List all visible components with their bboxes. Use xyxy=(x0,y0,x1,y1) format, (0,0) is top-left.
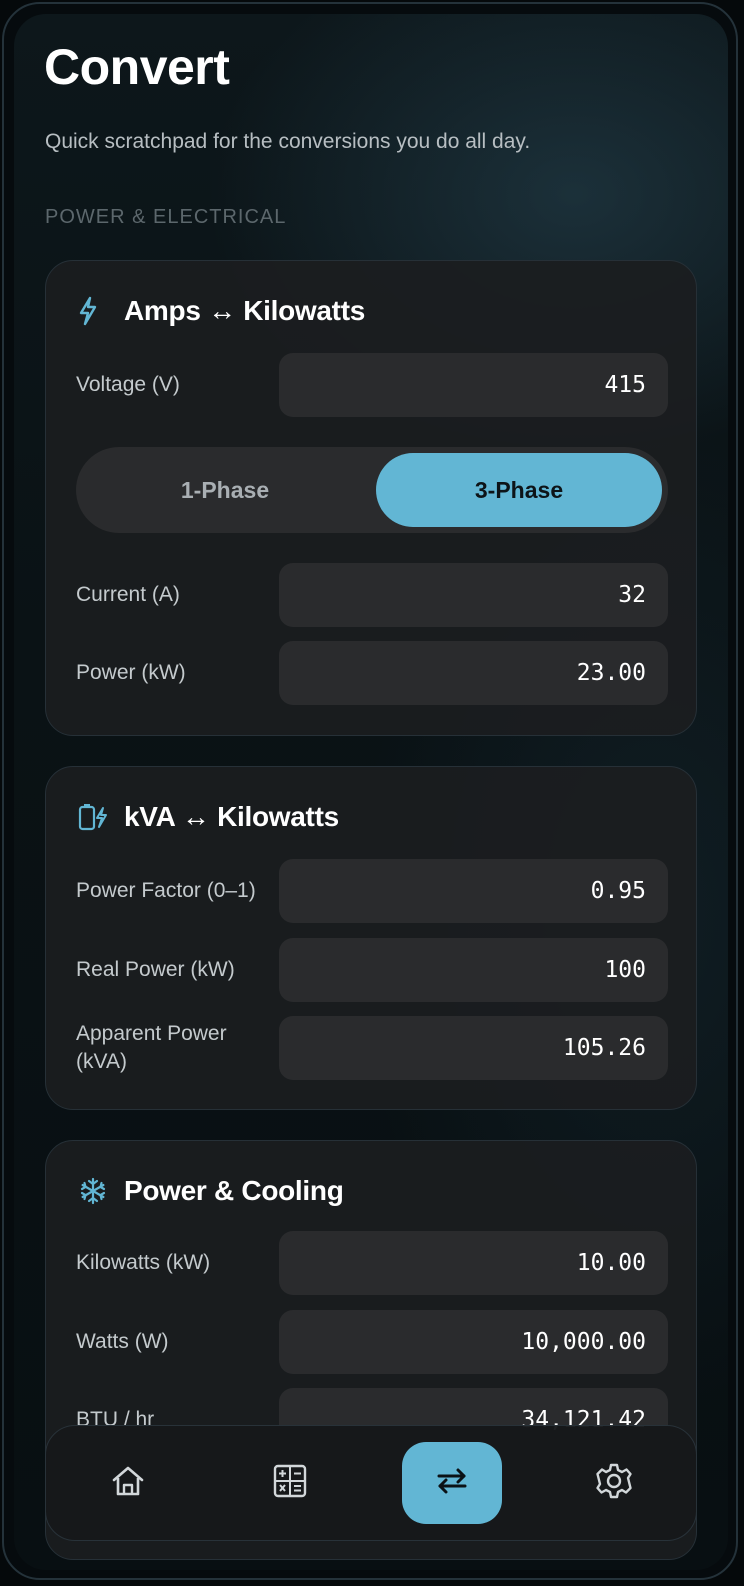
home-icon xyxy=(110,1464,146,1503)
snowflake-icon xyxy=(78,1174,112,1208)
card-header: Power & Cooling xyxy=(78,1169,344,1213)
card-header: kVA ↔ Kilowatts xyxy=(78,795,339,839)
card-title: kVA ↔ Kilowatts xyxy=(124,801,339,832)
nav-settings[interactable] xyxy=(564,1442,664,1524)
power-factor-input[interactable]: 0.95 xyxy=(279,859,668,923)
gear-icon xyxy=(595,1462,633,1505)
amps-kilowatts-card: Amps ↔ Kilowatts Voltage (V) 415 1-Phase… xyxy=(45,260,697,736)
power-row: Power (kW) 23.00 xyxy=(76,641,668,705)
page-title: Convert xyxy=(44,39,230,95)
current-input[interactable]: 32 xyxy=(279,563,668,627)
single-phase-option[interactable]: 1-Phase xyxy=(82,453,368,527)
device-frame: Convert Quick scratchpad for the convers… xyxy=(2,2,738,1580)
section-label: POWER & ELECTRICAL xyxy=(45,206,287,228)
watts-label: Watts (W) xyxy=(76,1330,169,1353)
bottom-nav xyxy=(45,1425,697,1541)
current-row: Current (A) 32 xyxy=(76,563,668,627)
real-power-row: Real Power (kW) 100 xyxy=(76,938,668,1002)
voltage-input[interactable]: 415 xyxy=(279,353,668,417)
kilowatts-input[interactable]: 10.00 xyxy=(279,1231,668,1295)
power-factor-label: Power Factor (0–1) xyxy=(76,879,256,902)
app-screen: Convert Quick scratchpad for the convers… xyxy=(14,14,728,1570)
power-label: Power (kW) xyxy=(76,661,186,684)
watts-input[interactable]: 10,000.00 xyxy=(279,1310,668,1374)
kilowatts-row: Kilowatts (kW) 10.00 xyxy=(76,1231,668,1295)
kva-kilowatts-card: kVA ↔ Kilowatts Power Factor (0–1) 0.95 … xyxy=(45,766,697,1110)
three-phase-option[interactable]: 3-Phase xyxy=(376,453,662,527)
voltage-row: Voltage (V) 415 xyxy=(76,353,668,417)
power-factor-row: Power Factor (0–1) 0.95 xyxy=(76,859,668,923)
swap-arrows-icon xyxy=(433,1466,471,1501)
apparent-power-input[interactable]: 105.26 xyxy=(279,1016,668,1080)
nav-convert[interactable] xyxy=(402,1442,502,1524)
page-subtitle: Quick scratchpad for the conversions you… xyxy=(45,130,531,153)
watts-row: Watts (W) 10,000.00 xyxy=(76,1310,668,1374)
apparent-power-label: Apparent Power (kVA) xyxy=(76,1022,227,1073)
nav-home[interactable] xyxy=(78,1442,178,1524)
calculator-icon xyxy=(272,1463,308,1504)
apparent-power-row: Apparent Power (kVA) 105.26 xyxy=(76,1016,668,1080)
current-label: Current (A) xyxy=(76,583,180,606)
real-power-input[interactable]: 100 xyxy=(279,938,668,1002)
nav-calculator[interactable] xyxy=(240,1442,340,1524)
battery-charging-icon xyxy=(78,800,112,834)
phase-toggle: 1-Phase 3-Phase xyxy=(76,447,668,533)
kilowatts-label: Kilowatts (kW) xyxy=(76,1251,211,1274)
voltage-label: Voltage (V) xyxy=(76,373,180,396)
power-input[interactable]: 23.00 xyxy=(279,641,668,705)
card-title: Amps ↔ Kilowatts xyxy=(124,295,366,326)
real-power-label: Real Power (kW) xyxy=(76,958,235,981)
card-header: Amps ↔ Kilowatts xyxy=(78,289,365,333)
lightning-icon xyxy=(78,294,112,328)
card-title: Power & Cooling xyxy=(124,1175,344,1206)
